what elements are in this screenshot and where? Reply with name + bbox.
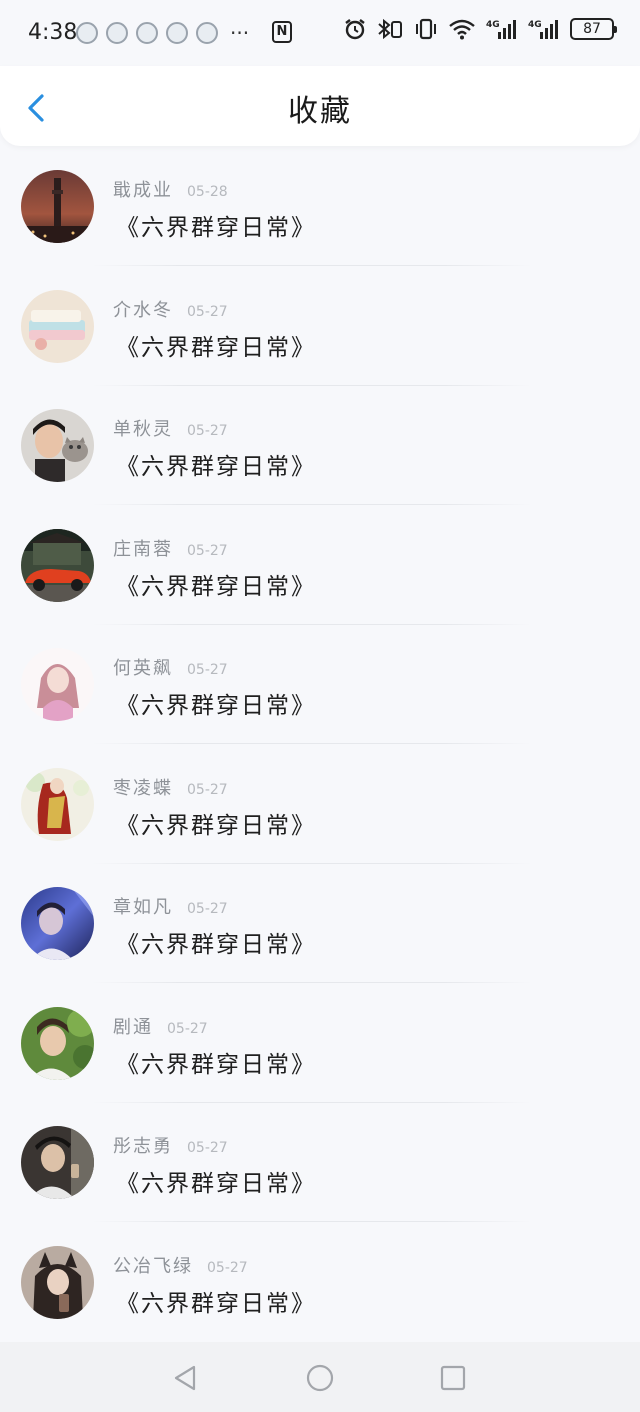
item-date: 05-27 [187, 1140, 228, 1156]
notification-app-icon [166, 22, 188, 44]
recent-square-icon [440, 1365, 466, 1391]
wifi-icon [449, 19, 475, 40]
page-title: 收藏 [288, 94, 352, 129]
avatar [21, 289, 94, 363]
favorites-list: 戢成业 05-28 《六界群穿日常》 介水冬 05-27 《六界群穿日常》 单秋… [0, 148, 640, 1343]
vibrate-icon [416, 18, 436, 40]
item-author: 戢成业 05-28 [113, 180, 228, 201]
notification-app-icon [136, 22, 158, 44]
signal-4g-icon: 4G [486, 20, 516, 39]
nav-home-button[interactable] [304, 1362, 336, 1394]
system-nav-bar [0, 1342, 640, 1412]
item-author: 章如凡 05-27 [113, 897, 228, 918]
divider [92, 623, 532, 625]
item-date: 05-27 [187, 303, 228, 320]
nfc-icon: N [272, 21, 292, 43]
status-time: 4:38 [28, 20, 78, 45]
item-date: 05-27 [187, 542, 228, 559]
avatar [21, 767, 94, 841]
item-title: 《六界群穿日常》 [116, 573, 316, 600]
divider [92, 384, 532, 386]
item-date: 05-28 [187, 184, 228, 200]
item-date: 05-27 [207, 1259, 248, 1276]
item-title: 《六界群穿日常》 [116, 693, 316, 719]
battery-icon: 87 [570, 18, 617, 40]
item-author: 公冶飞绿 05-27 [113, 1255, 248, 1277]
item-title: 《六界群穿日常》 [116, 1290, 316, 1317]
avatar [21, 887, 94, 960]
item-date: 05-27 [187, 901, 228, 917]
list-item[interactable]: 戢成业 05-28 《六界群穿日常》 [0, 148, 640, 268]
item-title: 《六界群穿日常》 [116, 812, 316, 839]
list-item[interactable]: 公冶飞绿 05-27 《六界群穿日常》 [0, 1224, 640, 1344]
divider [92, 504, 532, 505]
list-item[interactable]: 枣凌蝶 05-27 《六界群穿日常》 [0, 746, 640, 866]
divider [92, 743, 532, 744]
list-item[interactable]: 彤志勇 05-27 《六界群穿日常》 [0, 1104, 640, 1224]
item-author: 庄南蓉 05-27 [113, 538, 228, 560]
avatar [21, 528, 94, 602]
item-title: 《六界群穿日常》 [116, 1171, 316, 1197]
divider [92, 265, 532, 266]
item-title: 《六界群穿日常》 [116, 334, 316, 361]
item-date: 05-27 [187, 662, 228, 678]
item-author: 单秋灵 05-27 [113, 419, 228, 440]
list-item[interactable]: 介水冬 05-27 《六界群穿日常》 [0, 268, 640, 388]
svg-text:4G: 4G [528, 20, 542, 30]
item-title: 《六界群穿日常》 [116, 454, 316, 480]
back-triangle-icon [174, 1365, 196, 1391]
avatar [21, 1245, 94, 1319]
notification-app-icon [76, 22, 98, 44]
header: 收藏 [0, 66, 640, 146]
avatar [21, 1006, 94, 1080]
alarm-icon [345, 19, 365, 40]
avatar [21, 409, 94, 482]
system-icons: 4G 4G 87 [344, 18, 617, 40]
item-title: 《六界群穿日常》 [116, 1051, 316, 1078]
list-item[interactable]: 章如凡 05-27 《六界群穿日常》 [0, 865, 640, 985]
list-item[interactable]: 单秋灵 05-27 《六界群穿日常》 [0, 387, 640, 507]
list-item[interactable]: 何英飙 05-27 《六界群穿日常》 [0, 626, 640, 746]
item-date: 05-27 [187, 781, 228, 798]
item-date: 05-27 [187, 423, 228, 439]
list-item[interactable]: 庄南蓉 05-27 《六界群穿日常》 [0, 507, 640, 627]
signal-4g-icon: 4G [528, 20, 558, 39]
divider [92, 1221, 532, 1222]
avatar [21, 1126, 94, 1199]
notification-app-icon [196, 22, 218, 44]
nav-recent-button[interactable] [437, 1362, 469, 1394]
nav-back-button[interactable] [170, 1362, 202, 1394]
status-bar: 4:38 ··· N 4G 4G 87 [0, 0, 640, 66]
item-title: 《六界群穿日常》 [116, 932, 316, 958]
notification-icons: ··· [76, 21, 249, 45]
home-circle-icon [306, 1364, 334, 1392]
item-title: 《六界群穿日常》 [116, 215, 316, 241]
divider [92, 982, 532, 983]
bluetooth-icon [378, 18, 402, 40]
divider [92, 862, 532, 864]
more-notifications-icon: ··· [230, 21, 250, 45]
item-author: 何英飙 05-27 [113, 658, 228, 679]
svg-text:4G: 4G [486, 20, 500, 30]
item-author: 枣凌蝶 05-27 [113, 777, 228, 799]
item-author: 剧通 05-27 [113, 1016, 208, 1038]
avatar [21, 648, 94, 721]
avatar [21, 170, 94, 243]
list-item[interactable]: 剧通 05-27 《六界群穿日常》 [0, 985, 640, 1105]
divider [92, 1101, 532, 1103]
item-date: 05-27 [167, 1020, 208, 1037]
notification-app-icon [106, 22, 128, 44]
item-author: 介水冬 05-27 [113, 299, 228, 321]
item-author: 彤志勇 05-27 [113, 1136, 228, 1157]
